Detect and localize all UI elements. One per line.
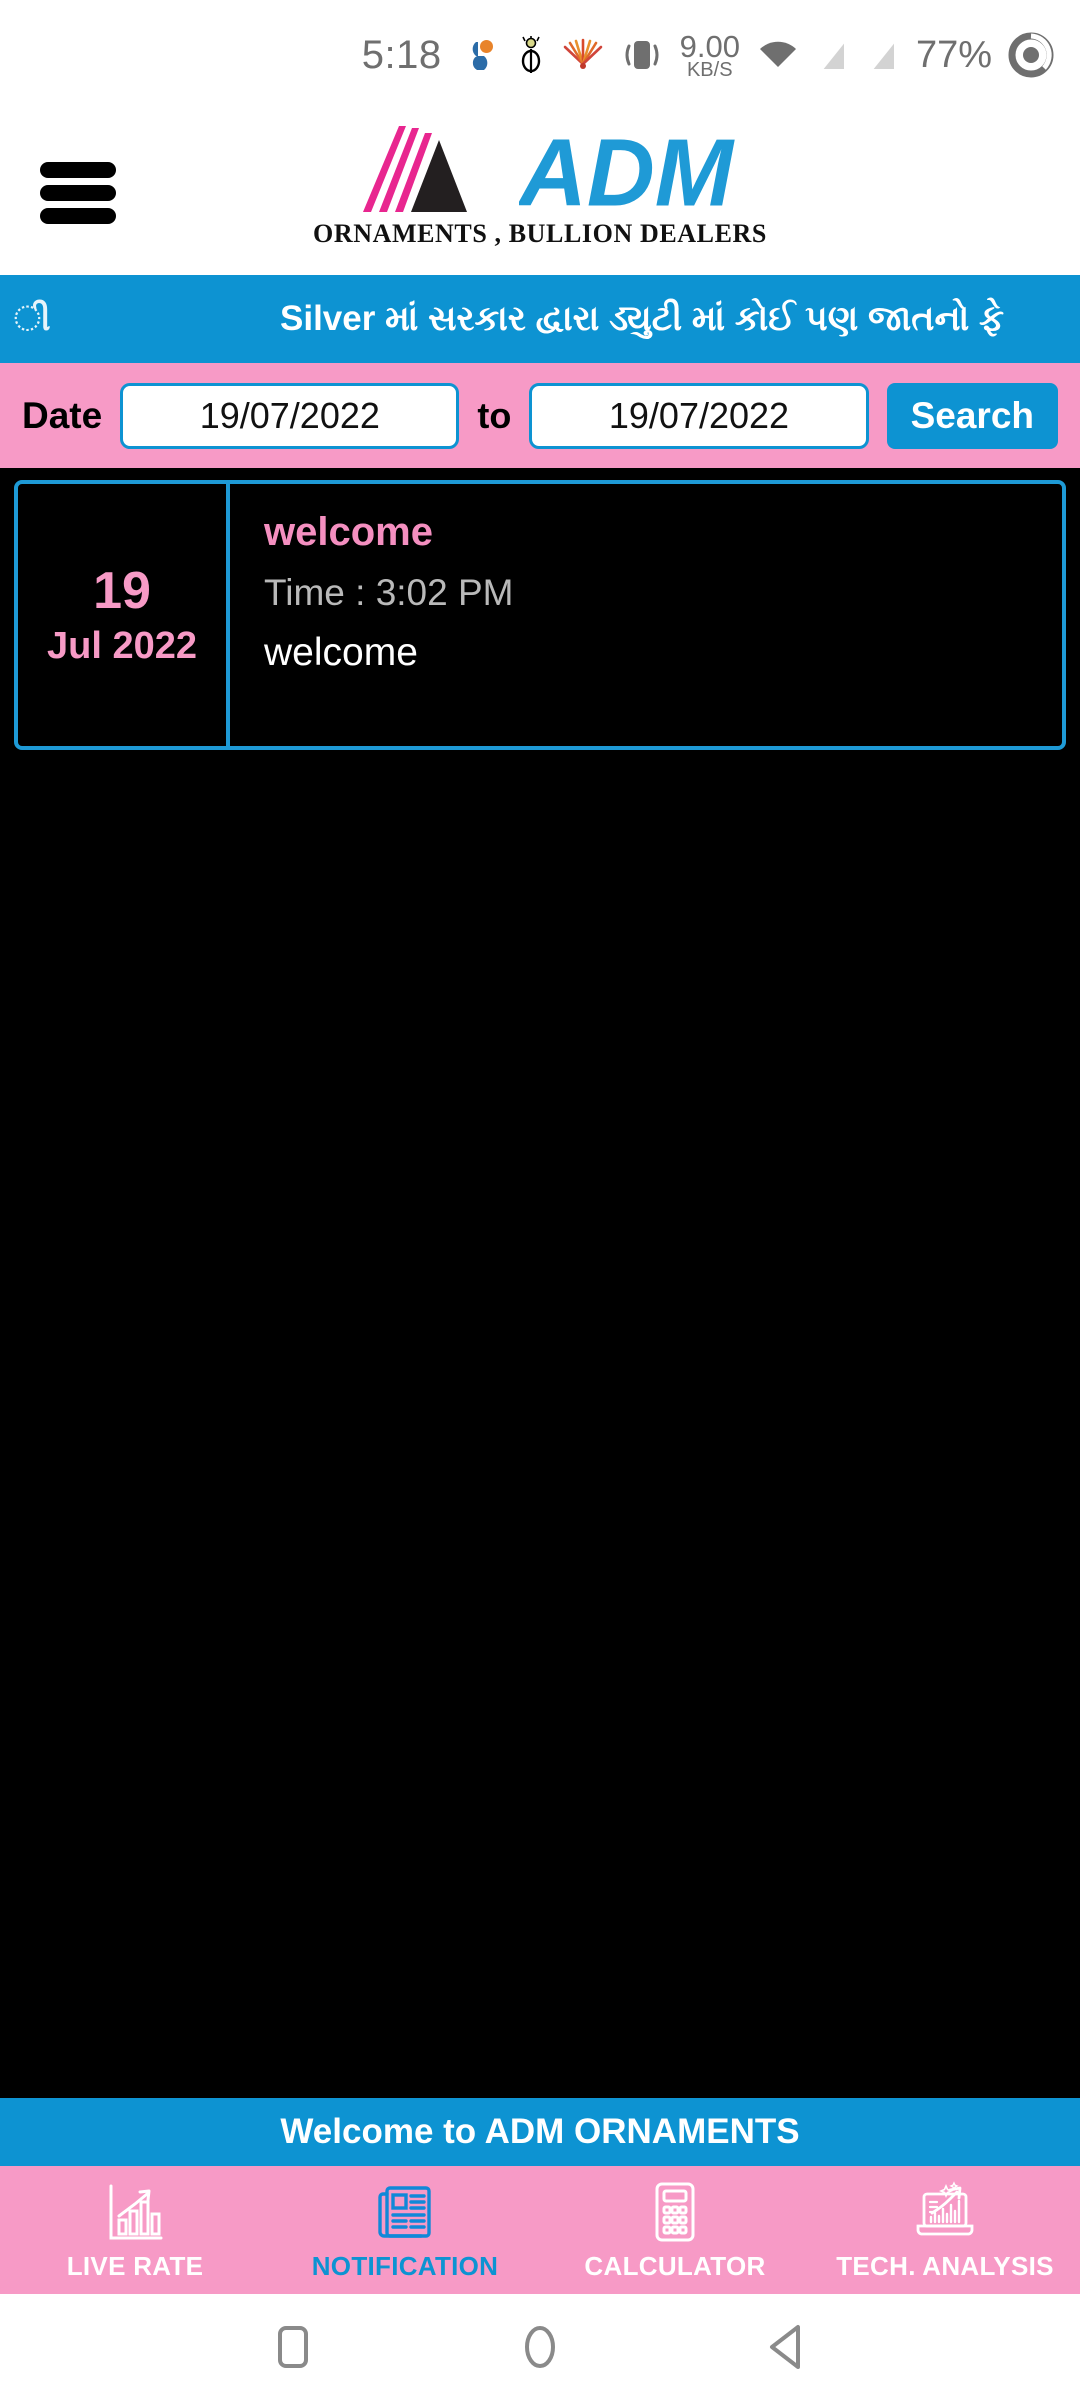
bar-chart-growth-icon (103, 2179, 167, 2245)
from-date-input[interactable]: 19/07/2022 (120, 382, 460, 449)
date-search-bar: Date 19/07/2022 to 19/07/2022 Search (0, 363, 1080, 468)
welcome-text: Welcome to ADM ORNAMENTS (280, 2112, 800, 2151)
hamburger-menu-icon[interactable] (40, 161, 116, 224)
tab-label: NOTIFICATION (311, 2250, 499, 2281)
sim-no-signal-icon (866, 37, 900, 73)
svg-text:ADM: ADM (519, 132, 735, 216)
ticker-message: Silver માં સરકાર દ્વારા ડ્યુટી માં કોઈ પ… (280, 299, 1004, 338)
laptop-chart-icon (913, 2179, 977, 2245)
search-button[interactable]: Search (886, 382, 1059, 449)
android-nav-bar (0, 2294, 1080, 2400)
hamburger-bar (40, 207, 116, 224)
notification-date-column: 19 Jul 2022 (18, 484, 230, 746)
tab-notification[interactable]: NOTIFICATION (270, 2179, 540, 2282)
battery-circle-icon (1008, 32, 1054, 78)
tab-calculator[interactable]: CALCULATOR (540, 2179, 810, 2282)
tab-tech-analysis[interactable]: TECH. ANALYSIS (810, 2179, 1080, 2282)
notification-time-value: 3:02 PM (375, 572, 514, 613)
hamburger-bar (40, 184, 116, 201)
newspaper-icon (373, 2179, 437, 2245)
notification-time: Time : 3:02 PM (264, 574, 1032, 611)
app-s-icon (462, 36, 500, 74)
notification-card[interactable]: 19 Jul 2022 welcome Time : 3:02 PM welco… (14, 480, 1066, 750)
square-recents-icon[interactable] (248, 2302, 338, 2392)
ticker-lead-fragment: ી (14, 299, 51, 338)
sunburst-icon (562, 38, 604, 72)
status-clock: 5:18 (361, 32, 442, 77)
logo-graphics: ADM (311, 124, 769, 216)
notification-month-year: Jul 2022 (47, 625, 197, 667)
notification-list: 19 Jul 2022 welcome Time : 3:02 PM welco… (0, 468, 1080, 2098)
ornament-icon (516, 36, 546, 74)
date-label: Date (22, 394, 103, 436)
status-bar: 5:18 9.00 KB/S 77% (0, 0, 1080, 110)
notification-day: 19 (93, 562, 151, 620)
adm-wordmark: ADM (519, 132, 735, 216)
app-header: ADM ORNAMENTS , BULLION DEALERS (0, 110, 1080, 275)
bottom-tab-bar: LIVE RATE NOTIFICATION CALCULATOR TECH. … (0, 2166, 1080, 2294)
notification-message: welcome (264, 631, 418, 674)
news-ticker[interactable]: ી Silver માં સરકાર દ્વારા ડ્યુટી માં કોઈ… (0, 275, 1080, 363)
tab-label: LIVE RATE (66, 2250, 204, 2281)
app-root: 5:18 9.00 KB/S 77% ADM ORNAMENTS , BULLI… (0, 0, 1080, 2400)
tab-label: TECH. ANALYSIS (836, 2250, 1054, 2281)
to-label: to (477, 394, 512, 436)
notification-body: welcome Time : 3:02 PM welcome (230, 484, 1062, 746)
calculator-icon (643, 2179, 707, 2245)
triangle-back-icon[interactable] (742, 2302, 832, 2392)
brand-logo: ADM ORNAMENTS , BULLION DEALERS (311, 124, 769, 249)
notification-title: welcome (264, 510, 433, 554)
circle-home-icon[interactable] (495, 2302, 585, 2392)
network-speed-value: 9.00 (679, 28, 740, 64)
adm-triangle-logo (363, 126, 467, 212)
welcome-banner: Welcome to ADM ORNAMENTS (0, 2098, 1080, 2166)
network-speed: 9.00 KB/S (680, 31, 740, 80)
network-speed-unit: KB/S (686, 58, 733, 81)
brand-tagline: ORNAMENTS , BULLION DEALERS (313, 219, 767, 248)
sim-no-signal-icon (816, 37, 850, 73)
vibrate-icon (620, 36, 664, 74)
to-date-input[interactable]: 19/07/2022 (529, 382, 869, 449)
hamburger-bar (40, 161, 116, 178)
wifi-icon (756, 37, 800, 73)
battery-percent: 77% (915, 33, 992, 76)
notification-time-label: Time : (264, 572, 366, 613)
tab-label: CALCULATOR (584, 2250, 766, 2281)
tab-live-rate[interactable]: LIVE RATE (0, 2179, 270, 2282)
